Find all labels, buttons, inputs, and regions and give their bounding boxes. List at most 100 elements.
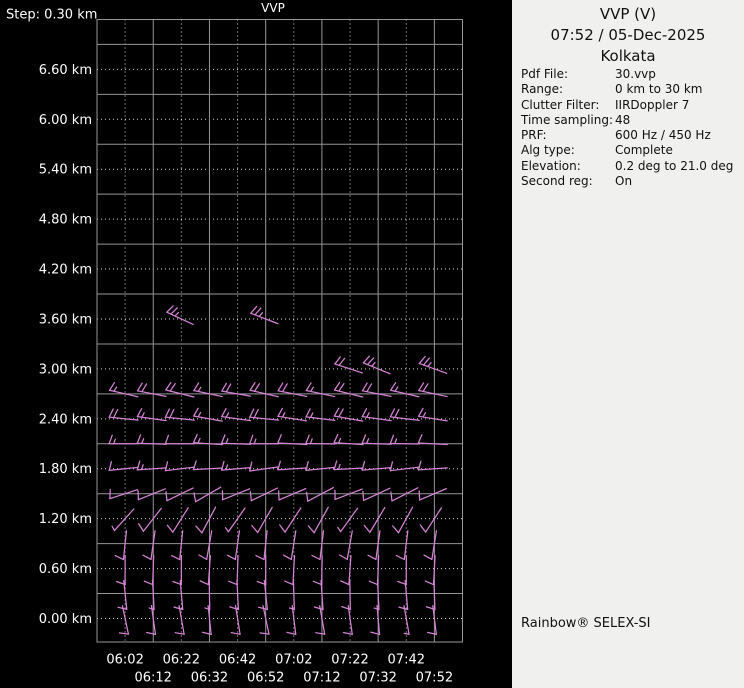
chart-title: VVP [261, 1, 285, 15]
param-value: IIRDoppler 7 [615, 97, 690, 112]
wind-barb [199, 554, 211, 586]
wind-barb [361, 408, 392, 422]
y-axis-label: 1.20 km [39, 512, 92, 527]
wind-barb [424, 554, 436, 586]
wind-barb [277, 434, 308, 446]
wind-barb [277, 460, 308, 471]
param-label: Time sampling: [521, 112, 614, 127]
wind-barb [192, 433, 224, 446]
x-axis-label: 07:42 [388, 653, 425, 668]
wind-barb [249, 434, 280, 445]
wind-barb [342, 605, 353, 635]
wind-barb [338, 530, 353, 561]
wind-barb [220, 434, 252, 445]
x-axis-label: 06:52 [247, 671, 284, 686]
wind-barb [418, 487, 447, 501]
wind-barb-layer [108, 305, 448, 636]
wind-barb [334, 356, 364, 374]
param-row: Elevation: 0.2 deg to 21.0 deg [521, 159, 739, 174]
y-axis-label: 6.60 km [39, 63, 92, 78]
param-value: On [615, 174, 633, 189]
wind-barb [137, 507, 162, 532]
param-row: Range: 0 km to 30 km [521, 82, 739, 97]
wind-barb [340, 554, 352, 586]
param-row: Alg type: Complete [521, 143, 739, 158]
y-axis-label: 3.60 km [39, 312, 92, 327]
wind-barb [193, 486, 222, 503]
param-value: 30.vvp [615, 67, 656, 81]
info-panel: VVP (V) 07:52 / 05-Dec-2025 Kolkata Pdf … [512, 0, 744, 688]
product-title: VVP (V) [599, 5, 657, 23]
chart-axis-labels: 0.00 km 0.60 km 1.20 km 1.80 km 2.40 km 3.00 … [39, 63, 453, 686]
param-row: Second reg: On [521, 174, 739, 189]
wind-barb [193, 382, 223, 398]
wind-barb [333, 407, 364, 422]
wind-barb [391, 506, 414, 534]
wind-barb [221, 408, 252, 422]
panel-header: VVP (V) 07:52 / 05-Dec-2025 Kolkata [512, 4, 744, 67]
wind-barb [284, 554, 296, 586]
wind-barb [228, 554, 239, 586]
y-axis-label: 2.40 km [39, 412, 92, 427]
wind-barb [361, 434, 392, 445]
wind-barb [333, 381, 364, 398]
vvp-application-window: 0.00 km 0.60 km 1.20 km 1.80 km 2.40 km 3.00 … [0, 0, 744, 688]
wind-barb [250, 305, 279, 325]
wind-barb [111, 508, 135, 532]
param-label: Alg type: [521, 143, 575, 158]
wind-barb [108, 434, 139, 445]
param-label: Clutter Filter: [521, 97, 600, 112]
x-axis-label: 07:02 [275, 653, 312, 668]
wind-barb [363, 506, 386, 533]
wind-barb [108, 382, 139, 398]
wind-barb [361, 460, 392, 471]
wind-barb [337, 507, 359, 533]
param-row: Clutter Filter: IIRDoppler 7 [521, 98, 739, 113]
wind-barb [362, 487, 391, 502]
site-name: Kolkata [600, 47, 656, 65]
wind-barb [417, 407, 448, 422]
wind-barb [249, 382, 279, 398]
wind-barb [279, 507, 302, 533]
param-value: 0 km to 30 km [615, 82, 703, 97]
wind-barb [418, 355, 448, 374]
vendor-footer: Rainbow® SELEX-SI [521, 616, 651, 631]
wind-barb [164, 434, 195, 445]
param-label: Second reg: [521, 174, 593, 189]
y-axis-label: 6.00 km [39, 113, 92, 128]
x-axis-label: 06:32 [191, 671, 228, 686]
x-axis-label: 07:52 [416, 671, 453, 686]
y-axis-label: 0.60 km [39, 562, 92, 577]
wind-barb [249, 461, 280, 472]
param-row: Time sampling: 48 [521, 113, 739, 128]
param-value: 0.2 deg to 21.0 deg [615, 158, 734, 173]
param-value: 48 [615, 112, 631, 127]
wind-barb [249, 408, 280, 421]
wind-barb [389, 408, 420, 422]
y-axis-label: 1.80 km [39, 462, 92, 477]
wind-barb [165, 381, 195, 398]
wind-barb [362, 355, 391, 375]
param-label: Elevation: [521, 158, 581, 173]
wind-barb [277, 487, 307, 501]
wind-barb [166, 305, 194, 326]
x-axis-label: 06:22 [163, 653, 200, 668]
y-axis-label: 0.00 km [39, 612, 92, 627]
x-axis-label: 07:12 [303, 671, 340, 686]
wind-barb [368, 554, 380, 586]
wind-barb [221, 488, 251, 501]
wind-barb [390, 382, 420, 398]
param-label: Pdf File: [521, 67, 569, 81]
x-axis-label: 06:02 [106, 653, 143, 668]
wind-barb [403, 605, 410, 635]
x-axis-label: 06:12 [134, 671, 171, 686]
wind-barb [224, 507, 246, 533]
chart-grid [96, 19, 463, 643]
param-value: Complete [615, 143, 673, 158]
wind-barb [249, 487, 279, 502]
wind-barb [333, 433, 364, 446]
wind-barb [389, 434, 420, 445]
wind-barb [389, 461, 420, 472]
wind-barb [305, 486, 335, 502]
wind-barb [166, 507, 189, 533]
